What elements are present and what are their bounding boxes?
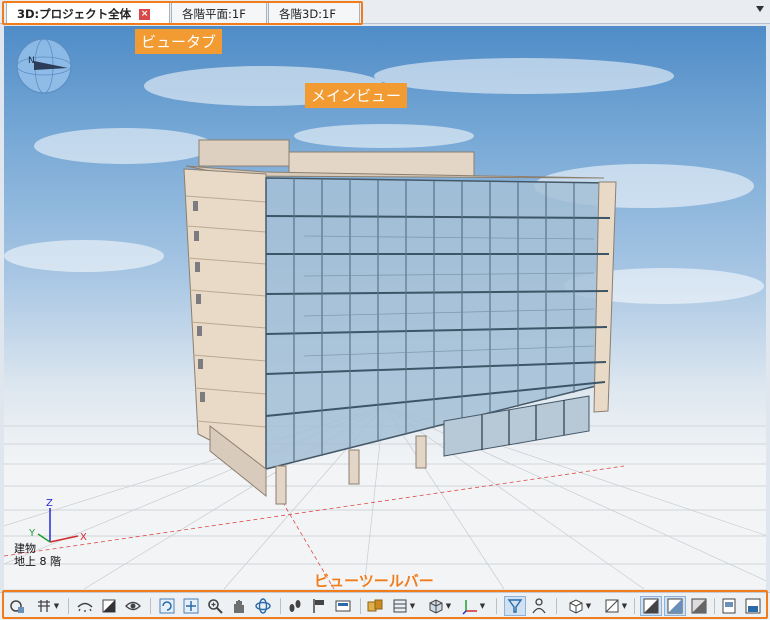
- orbit-icon[interactable]: [252, 596, 274, 616]
- tab-label: 各階3D:1F: [279, 6, 336, 21]
- axis-icon[interactable]: ▼: [458, 596, 488, 616]
- building-info: 建物 地上 8 階: [14, 542, 61, 568]
- toolbar-separator: [714, 598, 715, 614]
- tab-3d-project-whole[interactable]: 3D:プロジェクト全体 ×: [6, 2, 170, 25]
- view-toolbar-callout: ビューツールバー: [314, 572, 434, 590]
- eye-icon[interactable]: [122, 596, 144, 616]
- save-image-icon[interactable]: [742, 596, 764, 616]
- box-view-icon[interactable]: ▼: [424, 596, 454, 616]
- walk-icon[interactable]: [284, 596, 306, 616]
- axis-z-label: Z: [46, 498, 53, 509]
- axis-x-label: X: [80, 532, 87, 543]
- main-view-callout: メインビュー: [305, 83, 408, 108]
- toolbar-separator: [360, 598, 361, 614]
- layer-icon[interactable]: ▼: [388, 596, 418, 616]
- view-tab-bar: 3D:プロジェクト全体 × 各階平面:1F 各階3D:1F: [0, 0, 770, 25]
- tab-label: 各階平面:1F: [182, 6, 246, 21]
- pan-hand-icon[interactable]: [228, 596, 250, 616]
- zoom-icon[interactable]: [204, 596, 226, 616]
- building-floors: 地上 8 階: [14, 555, 61, 568]
- application-window: 3D:プロジェクト全体 × 各階平面:1F 各階3D:1F N Z X Y 建物…: [0, 0, 770, 620]
- camera-view-icon[interactable]: [332, 596, 354, 616]
- orbit-settings-icon[interactable]: [6, 596, 28, 616]
- tab-list-dropdown-icon[interactable]: [756, 6, 764, 12]
- tab-label: 3D:プロジェクト全体: [17, 7, 132, 21]
- render-mode-2-icon[interactable]: [664, 596, 686, 616]
- view-tabs-callout: ビュータブ: [135, 29, 223, 54]
- toolbar-separator: [280, 598, 281, 614]
- render-mode-3-icon[interactable]: [688, 596, 710, 616]
- navigation-compass[interactable]: N: [16, 38, 72, 94]
- close-tab-icon[interactable]: ×: [139, 8, 151, 20]
- compass-north-label: N: [28, 56, 35, 66]
- funnel-filter-icon[interactable]: [504, 596, 526, 616]
- fit-view-icon[interactable]: [180, 596, 202, 616]
- scene-canvas: N Z X Y: [4, 38, 766, 589]
- cube-icon[interactable]: ▼: [564, 596, 594, 616]
- toolbar-separator: [68, 598, 69, 614]
- toolbar-separator: [150, 598, 151, 614]
- tab-floor-3d-1f[interactable]: 各階3D:1F: [268, 2, 360, 24]
- refresh-icon[interactable]: [156, 596, 178, 616]
- toolbar-separator: [634, 598, 635, 614]
- tab-floor-plan-1f[interactable]: 各階平面:1F: [171, 2, 267, 24]
- render-mode-1-icon[interactable]: [640, 596, 662, 616]
- building-model: [183, 139, 617, 505]
- toolbar-separator: [556, 598, 557, 614]
- axis-y-label: Y: [28, 528, 36, 539]
- view-settings-icon[interactable]: ▼: [32, 596, 62, 616]
- section-icon[interactable]: ▼: [600, 596, 630, 616]
- hide-icon[interactable]: [74, 596, 96, 616]
- main-3d-view[interactable]: N Z X Y 建物 地上 8 階: [4, 26, 766, 589]
- toolbar-separator: [496, 598, 497, 614]
- flag-icon[interactable]: [308, 596, 330, 616]
- export-image-icon[interactable]: [718, 596, 740, 616]
- shading-icon[interactable]: [98, 596, 120, 616]
- building-label: 建物: [14, 542, 36, 555]
- floor-plan-icon[interactable]: [364, 596, 386, 616]
- person-icon[interactable]: [528, 596, 550, 616]
